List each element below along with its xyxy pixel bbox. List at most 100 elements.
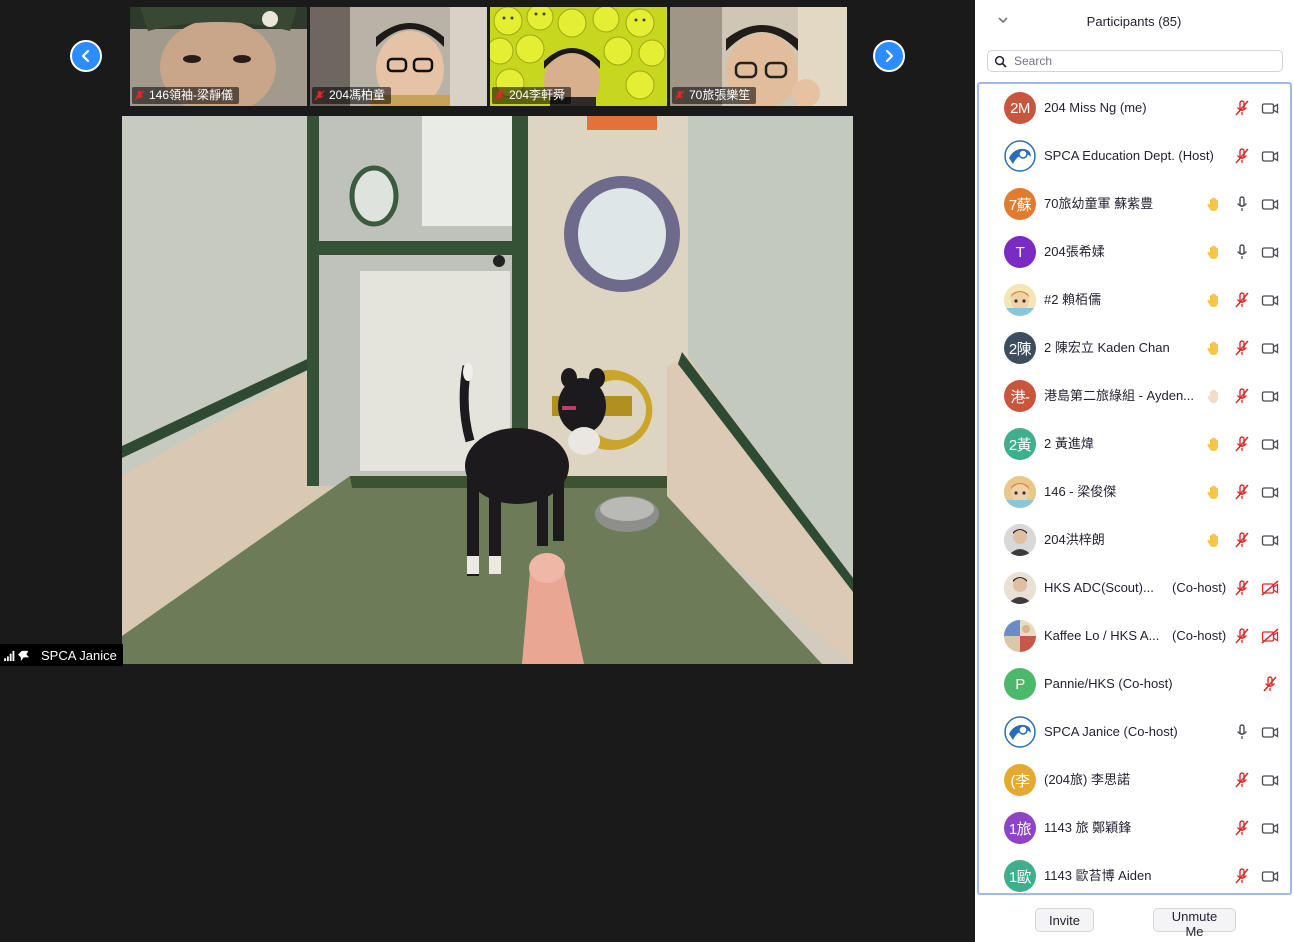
participant-row[interactable]: HKS ADC(Scout)... (Co-host) (979, 564, 1290, 612)
video-thumbnail[interactable]: 204馮柏童 (310, 7, 487, 106)
mic-muted-icon[interactable] (1233, 579, 1251, 597)
video-icon[interactable] (1261, 483, 1279, 501)
video-icon[interactable] (1261, 147, 1279, 165)
thumbnail-name-label: 70旅張樂笙 (672, 87, 757, 104)
mic-muted-icon[interactable] (1261, 675, 1279, 693)
mic-muted-icon[interactable] (1233, 99, 1251, 117)
kennel-video-frame (122, 116, 853, 664)
chevron-right-icon (885, 49, 894, 63)
video-off-icon[interactable] (1261, 579, 1279, 597)
video-icon[interactable] (1261, 819, 1279, 837)
video-icon[interactable] (1261, 291, 1279, 309)
participant-name: 港島第二旅綠組 - Ayden... (1044, 388, 1195, 403)
mic-muted-icon[interactable] (1233, 387, 1251, 405)
participant-row[interactable]: 1旅 1143 旅 鄭穎鋒 (979, 804, 1290, 852)
next-page-button[interactable] (873, 40, 905, 72)
participant-name: 70旅幼童軍 蘇紫豊 (1044, 196, 1154, 211)
avatar: 2陳 (1004, 332, 1036, 364)
unmute-me-button[interactable]: Unmute Me (1153, 908, 1236, 939)
thumbnail-name-label: 204李軒舜 (492, 87, 572, 104)
participant-row[interactable]: P Pannie/HKS (Co-host) (979, 660, 1290, 708)
panel-header: Participants (85) (975, 0, 1293, 42)
video-icon[interactable] (1261, 867, 1279, 885)
mic-muted-icon[interactable] (1233, 627, 1251, 645)
mic-muted-icon (314, 90, 325, 101)
participant-row[interactable]: T 204張希媃 (979, 228, 1290, 276)
active-speaker-video[interactable] (122, 116, 853, 664)
avatar (1004, 476, 1036, 508)
avatar (1004, 620, 1036, 652)
participant-name: HKS ADC(Scout)... (1044, 580, 1154, 595)
video-icon[interactable] (1261, 531, 1279, 549)
mic-muted-icon[interactable] (1233, 771, 1251, 789)
mic-muted-icon[interactable] (1233, 867, 1251, 885)
avatar-initials: T (1015, 243, 1025, 261)
search-box[interactable] (987, 50, 1283, 72)
active-speaker-name: SPCA Janice (41, 647, 117, 663)
participant-row[interactable]: 港- 港島第二旅綠組 - Ayden... (979, 372, 1290, 420)
participant-row[interactable]: 204洪梓朗 (979, 516, 1290, 564)
participant-row[interactable]: SPCA Janice (Co-host) (979, 708, 1290, 756)
raised-hand-icon (1205, 195, 1223, 213)
panel-footer: Invite Unmute Me (975, 898, 1293, 942)
thumbnail-strip: 146領袖-梁靜儀 204馮柏童 204李軒舜 70旅張樂笙 (0, 0, 975, 116)
chevron-down-icon[interactable] (997, 14, 1009, 26)
video-icon[interactable] (1261, 99, 1279, 117)
participant-row[interactable]: 2陳 2 陳宏立 Kaden Chan (979, 324, 1290, 372)
raised-hand-icon (1205, 387, 1223, 405)
participant-list[interactable]: 2M 204 Miss Ng (me) SPCA Education Dept. (… (977, 82, 1292, 895)
mic-icon[interactable] (1233, 195, 1251, 213)
avatar-initials: 港- (1010, 388, 1031, 406)
video-icon[interactable] (1261, 195, 1279, 213)
avatar (1004, 284, 1036, 316)
avatar: 7蘇 (1004, 188, 1036, 220)
meeting-area: 146領袖-梁靜儀 204馮柏童 204李軒舜 70旅張樂笙 SPCA Jani… (0, 0, 975, 942)
avatar: P (1004, 668, 1036, 700)
participant-row[interactable]: (李 (204旅) 李思諾 (979, 756, 1290, 804)
participant-row[interactable]: 2M 204 Miss Ng (me) (979, 84, 1290, 132)
video-icon[interactable] (1261, 723, 1279, 741)
participant-row[interactable]: SPCA Education Dept. (Host) (979, 132, 1290, 180)
mic-muted-icon[interactable] (1233, 819, 1251, 837)
mic-icon[interactable] (1233, 243, 1251, 261)
video-off-icon[interactable] (1261, 627, 1279, 645)
avatar (1004, 572, 1036, 604)
mic-muted-icon[interactable] (1233, 435, 1251, 453)
avatar: 2黃 (1004, 428, 1036, 460)
avatar-initials: 1歐 (1008, 868, 1032, 886)
mic-muted-icon (134, 90, 145, 101)
video-thumbnail[interactable]: 204李軒舜 (490, 7, 667, 106)
video-icon[interactable] (1261, 387, 1279, 405)
video-icon[interactable] (1261, 243, 1279, 261)
search-input[interactable] (1014, 54, 1264, 68)
participant-name: 2 陳宏立 Kaden Chan (1044, 340, 1170, 355)
video-thumbnail[interactable]: 146領袖-梁靜儀 (130, 7, 307, 106)
participant-row[interactable]: Kaffee Lo / HKS A... (Co-host) (979, 612, 1290, 660)
video-icon[interactable] (1261, 771, 1279, 789)
video-icon[interactable] (1261, 339, 1279, 357)
raised-hand-icon (1205, 339, 1223, 357)
mic-icon[interactable] (1233, 723, 1251, 741)
video-icon[interactable] (1261, 435, 1279, 453)
avatar: 1歐 (1004, 860, 1036, 892)
participant-row[interactable]: 2黃 2 黃進煒 (979, 420, 1290, 468)
mic-muted-icon[interactable] (1233, 147, 1251, 165)
avatar-initials: 1旅 (1008, 820, 1032, 838)
mic-muted-icon[interactable] (1233, 339, 1251, 357)
thumbnail-name: 204馮柏童 (329, 88, 386, 102)
invite-button[interactable]: Invite (1035, 908, 1094, 932)
thumbnail-name-label: 204馮柏童 (312, 87, 392, 104)
participant-row[interactable]: 7蘇 70旅幼童軍 蘇紫豊 (979, 180, 1290, 228)
participant-row[interactable]: 146 - 梁俊傑 (979, 468, 1290, 516)
participant-name: SPCA Janice (Co-host) (1044, 724, 1178, 739)
panel-title: Participants (85) (1086, 13, 1182, 29)
mic-muted-icon[interactable] (1233, 291, 1251, 309)
avatar: T (1004, 236, 1036, 268)
mic-muted-icon[interactable] (1233, 483, 1251, 501)
video-thumbnail[interactable]: 70旅張樂笙 (670, 7, 847, 106)
participant-row[interactable]: 1歐 1143 歐苔博 Aiden (979, 852, 1290, 893)
participant-row[interactable]: #2 賴栢儒 (979, 276, 1290, 324)
mic-muted-icon[interactable] (1233, 531, 1251, 549)
participant-name: 2 黃進煒 (1044, 436, 1094, 451)
previous-page-button[interactable] (70, 40, 102, 72)
